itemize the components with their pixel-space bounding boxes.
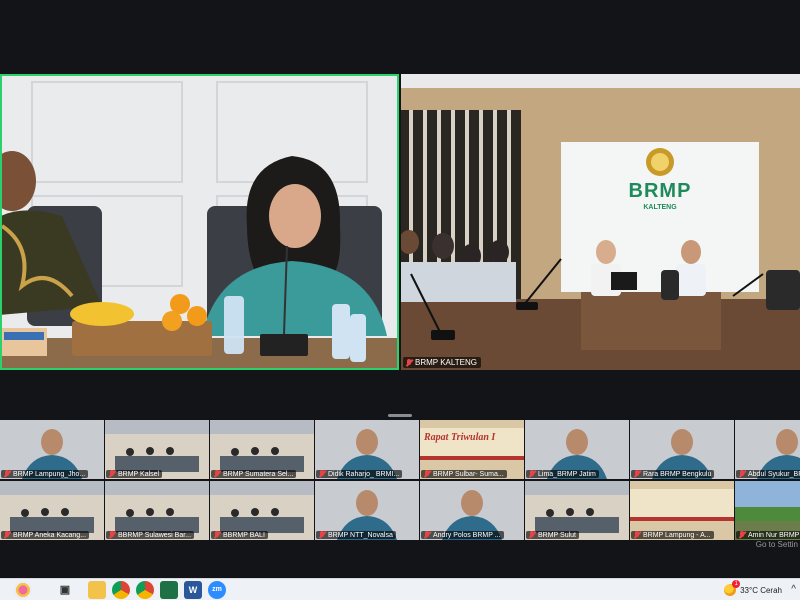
mic-muted-icon — [109, 470, 115, 478]
zoom-app-icon[interactable]: zm — [208, 580, 226, 599]
participant-name: Andry Polos BRMP ... — [433, 531, 501, 539]
mic-muted-icon — [634, 531, 640, 539]
sun-icon — [724, 580, 741, 596]
participant-name-tag: BRMP NTT_Novalsa — [316, 531, 396, 539]
participant-name-tag: BBRMP BALI — [211, 531, 268, 539]
windows-taskbar: ▣ W zm 33°C Cerah ^ — [0, 578, 800, 600]
participant-name-tag: Abdul Syukur_BRMP... — [736, 470, 800, 478]
gallery-thumbnail[interactable]: Abdul Syukur_BRMP... — [735, 420, 800, 479]
gallery-thumbnail[interactable]: BRMP NTT_Novalsa — [315, 481, 419, 540]
word-app-icon[interactable]: W — [184, 580, 202, 599]
participant-name: Didik Raharjo_ BRMI... — [328, 470, 400, 478]
mic-muted-icon — [214, 470, 220, 478]
participant-name-tag: BRMP Sulut — [526, 531, 579, 539]
weather-widget[interactable]: 33°C Cerah — [724, 579, 782, 600]
participant-name-tag: BRMP Sumatera Sel... — [211, 470, 297, 478]
participant-name: Lima_BRMP Jatim — [538, 470, 596, 478]
gallery-thumbnail[interactable]: BBRMP Sulawesi Bar... — [105, 481, 209, 540]
participant-name-tag: BRMP Sulbar- Suma... — [421, 470, 507, 478]
excel-icon[interactable] — [160, 580, 178, 599]
gallery-thumbnail[interactable]: BBRMP BALI — [210, 481, 314, 540]
chrome-profile-icon[interactable] — [136, 580, 154, 599]
meeting-window: BRMP KALTENG BRMP KALTENG BRMP Lampung_J… — [0, 0, 800, 600]
chrome-icon[interactable] — [112, 580, 130, 599]
participant-name: BBRMP Sulawesi Bar... — [118, 531, 192, 539]
mic-muted-icon — [214, 531, 220, 539]
gallery-thumbnail[interactable]: BRMP Lampung_Jho... — [0, 420, 104, 479]
mic-muted-icon — [529, 531, 535, 539]
gallery-thumbnail[interactable]: BRMP Sumatera Sel... — [210, 420, 314, 479]
gallery-thumbnail[interactable]: Amin Nur BRMP Pap... — [735, 481, 800, 540]
video-feed-right — [401, 74, 800, 370]
main-video-right[interactable]: BRMP KALTENG BRMP KALTENG — [401, 74, 800, 370]
participant-name-tag: Rara BRMP Bengkulu — [631, 470, 715, 478]
participant-name-tag: BBRMP Sulawesi Bar... — [106, 531, 195, 539]
participant-name: BRMP Sulut — [538, 531, 576, 539]
banner-brand-subtitle: KALTENG — [643, 204, 677, 211]
weather-text: 33°C Cerah — [740, 585, 782, 595]
participant-name: Rara BRMP Bengkulu — [643, 470, 712, 478]
mic-muted-icon — [424, 470, 430, 478]
mic-muted-icon — [424, 531, 430, 539]
participant-name-tag: BRMP KALTENG — [403, 357, 481, 368]
file-explorer-icon[interactable] — [88, 580, 106, 599]
participant-name-tag: Lima_BRMP Jatim — [526, 470, 599, 478]
participant-name-tag: Amin Nur BRMP Pap... — [736, 531, 800, 539]
mic-muted-icon — [739, 470, 745, 478]
gallery-thumbnail[interactable]: BRMP Lampung - A... — [630, 481, 734, 540]
gallery-strip: BRMP Lampung_Jho... BRMP Kalsel BRMP Sumat… — [0, 420, 800, 540]
mic-muted-icon — [739, 531, 745, 539]
mic-muted-icon — [109, 531, 115, 539]
participant-name: BRMP Kalsel — [118, 470, 160, 478]
mic-muted-icon — [634, 470, 640, 478]
mic-muted-icon — [319, 531, 325, 539]
participant-name: BRMP Aneka Kacang... — [13, 531, 87, 539]
go-to-settings-link[interactable]: Go to Settin — [756, 540, 798, 549]
task-view-icon[interactable]: ▣ — [56, 581, 74, 599]
gallery-thumbnail[interactable]: BRMP Kalsel — [105, 420, 209, 479]
banner-brand-title: BRMP — [628, 180, 692, 202]
gallery-thumbnail[interactable]: Rapat Triwulan I BRMP Sulbar- Suma... — [420, 420, 524, 479]
gallery-thumbnail[interactable]: BRMP Aneka Kacang... — [0, 481, 104, 540]
participant-name-tag: BRMP Aneka Kacang... — [1, 531, 90, 539]
gallery-thumbnail[interactable]: Didik Raharjo_ BRMI... — [315, 420, 419, 479]
gallery-thumbnail[interactable]: Rara BRMP Bengkulu — [630, 420, 734, 479]
participant-name: BRMP KALTENG — [415, 358, 477, 367]
video-feed-left — [2, 76, 397, 368]
mic-muted-icon — [4, 531, 10, 539]
gallery-thumbnail[interactable]: Andry Polos BRMP ... — [420, 481, 524, 540]
main-video-left[interactable] — [0, 74, 399, 370]
participant-name: BRMP Lampung_Jho... — [13, 470, 86, 478]
gallery-thumbnail[interactable]: BRMP Sulut — [525, 481, 629, 540]
participant-name-tag: Andry Polos BRMP ... — [421, 531, 504, 539]
participant-name: BRMP Sulbar- Suma... — [433, 470, 504, 478]
mic-muted-icon — [529, 470, 535, 478]
participant-name: BBRMP BALI — [223, 531, 265, 539]
thumbnail-banner-text: Rapat Triwulan I — [424, 432, 496, 443]
panel-resize-handle[interactable] — [388, 414, 412, 417]
participant-name: BRMP NTT_Novalsa — [328, 531, 393, 539]
mic-muted-icon — [319, 470, 325, 478]
start-icon[interactable] — [14, 580, 32, 599]
gallery-thumbnail[interactable]: Lima_BRMP Jatim — [525, 420, 629, 479]
participant-name-tag: BRMP Lampung - A... — [631, 531, 714, 539]
participant-name-tag: BRMP Kalsel — [106, 470, 163, 478]
participant-name-tag: BRMP Lampung_Jho... — [1, 470, 89, 478]
participant-name: BRMP Sumatera Sel... — [223, 470, 294, 478]
participant-name-tag: Didik Raharjo_ BRMI... — [316, 470, 403, 478]
mic-muted-icon — [406, 358, 412, 367]
mic-muted-icon — [4, 470, 10, 478]
participant-name: Amin Nur BRMP Pap... — [748, 531, 800, 539]
tray-chevron-icon[interactable]: ^ — [791, 584, 796, 595]
participant-name: Abdul Syukur_BRMP... — [748, 470, 800, 478]
participant-name: BRMP Lampung - A... — [643, 531, 711, 539]
